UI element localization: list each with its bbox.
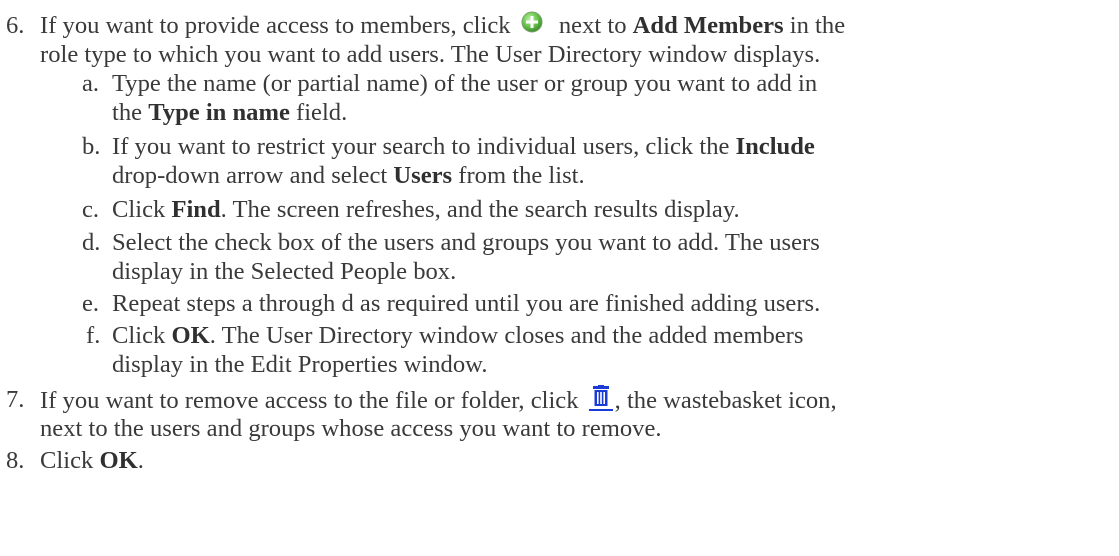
- step-text: If you want to provide access to members…: [40, 11, 846, 39]
- add-circle-icon: [521, 11, 543, 34]
- wastebasket-icon[interactable]: [588, 385, 613, 411]
- step-number: 6.: [6, 12, 25, 39]
- step-number: 7.: [6, 386, 25, 413]
- instructions-document: 6. If you want to provide access to memb…: [0, 0, 1119, 556]
- step-number: 8.: [6, 447, 25, 474]
